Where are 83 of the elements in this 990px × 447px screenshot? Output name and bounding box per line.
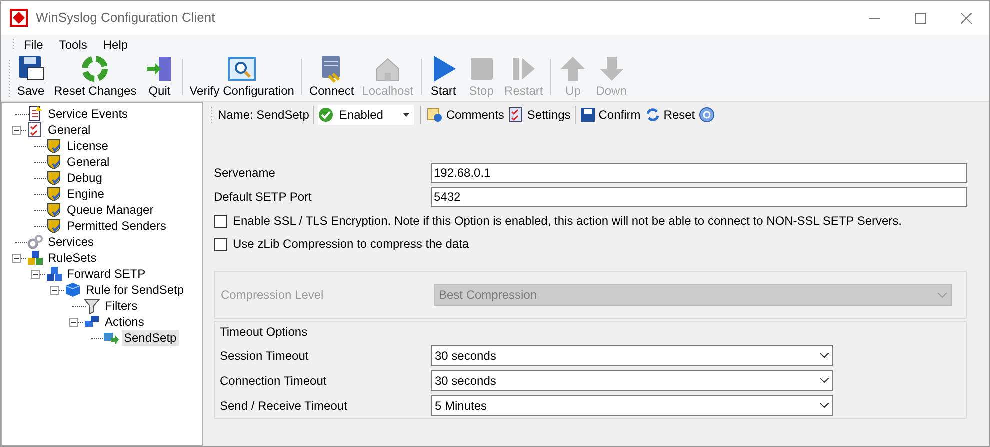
toolbar-button[interactable]: Settings (508, 106, 571, 124)
dropdown-caret-icon (938, 292, 947, 298)
window-title: WinSyslog Configuration Client (36, 9, 216, 28)
shield-icon (46, 202, 62, 218)
collapse-icon[interactable] (31, 270, 40, 278)
menu-item[interactable]: Tools (51, 36, 96, 54)
close-icon[interactable] (960, 12, 972, 24)
windows-icon (84, 314, 100, 330)
toolbar-button[interactable]: Quit (140, 54, 179, 98)
checkbox[interactable] (214, 214, 227, 228)
toolbar-button[interactable]: Reset (644, 106, 696, 124)
document-icon (27, 106, 43, 122)
shield-icon (46, 218, 62, 234)
gears-icon (27, 234, 43, 250)
toolbar-button[interactable]: Confirm (580, 106, 641, 124)
tree-item[interactable]: Rule for SendSetp (84, 282, 186, 298)
tree-item[interactable]: Filters (103, 298, 140, 314)
dropdown-caret-icon (403, 113, 410, 117)
cubes-icon (46, 266, 62, 282)
check-circle-icon (318, 107, 334, 123)
collapse-icon[interactable] (12, 126, 21, 134)
cube-icon (65, 282, 81, 298)
toolbar-button[interactable]: Verify Configuration (186, 54, 298, 98)
checkbox-label: Enable SSL / TLS Encryption. Note if this Option is enabled, this action will not be able to connect to NON-SSL SETP Servers. (233, 213, 902, 230)
field-label: Servename (214, 165, 276, 182)
grip-icon (211, 107, 214, 123)
text-field[interactable]: 192.68.0.1 (431, 163, 967, 183)
field-label: Session Timeout (220, 348, 310, 364)
shield-icon (46, 138, 62, 154)
tree-item[interactable]: General (65, 154, 112, 170)
grip-icon (9, 60, 12, 98)
toolbar-button[interactable]: Start (424, 54, 463, 98)
note-info-icon (427, 107, 444, 123)
group-title: Timeout Options (220, 325, 308, 339)
tree-item[interactable]: General (46, 122, 93, 138)
checklist-icon (27, 122, 43, 138)
toolbar-button[interactable]: Save (12, 54, 50, 98)
tree-item[interactable]: Services (46, 234, 96, 250)
timeout-dropdown[interactable]: 5 Minutes (431, 395, 833, 416)
field-label: Connection Timeout (220, 372, 328, 390)
checklist-icon (508, 107, 524, 123)
status-dropdown[interactable]: Enabled (318, 105, 414, 125)
toolbar-button[interactable]: Reset Changes (50, 54, 141, 98)
field-label: Compression Level (221, 287, 325, 304)
checkbox[interactable] (214, 238, 227, 250)
cubes-icon (27, 250, 43, 266)
toolbar-button[interactable]: Connect (305, 54, 358, 98)
funnel-icon (84, 298, 100, 314)
dropdown-caret-icon (820, 353, 829, 358)
help-icon[interactable] (699, 107, 716, 123)
tree-item[interactable]: Service Events (46, 106, 130, 122)
shield-icon (46, 170, 62, 186)
grip-icon (13, 39, 16, 51)
tree-item[interactable]: License (65, 138, 110, 154)
collapse-icon[interactable] (12, 254, 21, 262)
tree-item[interactable]: SendSetp (122, 330, 179, 346)
tree-item[interactable]: Debug (65, 170, 104, 186)
menu-item[interactable]: File (16, 36, 52, 54)
arrow-monitor-icon (103, 330, 119, 346)
shield-icon (46, 154, 62, 170)
text-field[interactable]: 5432 (431, 187, 967, 207)
maximize-icon[interactable] (914, 12, 926, 24)
tree-item[interactable]: Actions (103, 314, 146, 330)
refresh-icon (644, 107, 661, 123)
tree-item[interactable]: Permitted Senders (65, 218, 168, 234)
menu-item[interactable]: Help (95, 36, 136, 54)
dropdown-caret-icon (820, 403, 829, 408)
collapse-icon[interactable] (50, 286, 59, 294)
toolbar-button[interactable]: Comments (427, 106, 504, 124)
field-label: Default SETP Port (214, 189, 313, 206)
field-label: Send / Receive Timeout (220, 398, 348, 414)
tree-item[interactable]: RuleSets (46, 250, 99, 266)
dropdown-caret-icon (820, 378, 829, 383)
tree-item[interactable]: Queue Manager (65, 202, 156, 218)
checkbox-label: Use zLib Compression to compress the data (233, 236, 470, 253)
shield-icon (46, 186, 62, 202)
tree-item[interactable]: Forward SETP (65, 266, 148, 282)
timeout-dropdown[interactable]: 30 seconds (431, 345, 833, 366)
app-logo-icon (10, 9, 28, 27)
tree-item[interactable]: Engine (65, 186, 106, 202)
timeout-dropdown[interactable]: 30 seconds (431, 370, 833, 391)
name-label: Name: SendSetp (218, 107, 310, 124)
collapse-icon[interactable] (69, 318, 78, 326)
